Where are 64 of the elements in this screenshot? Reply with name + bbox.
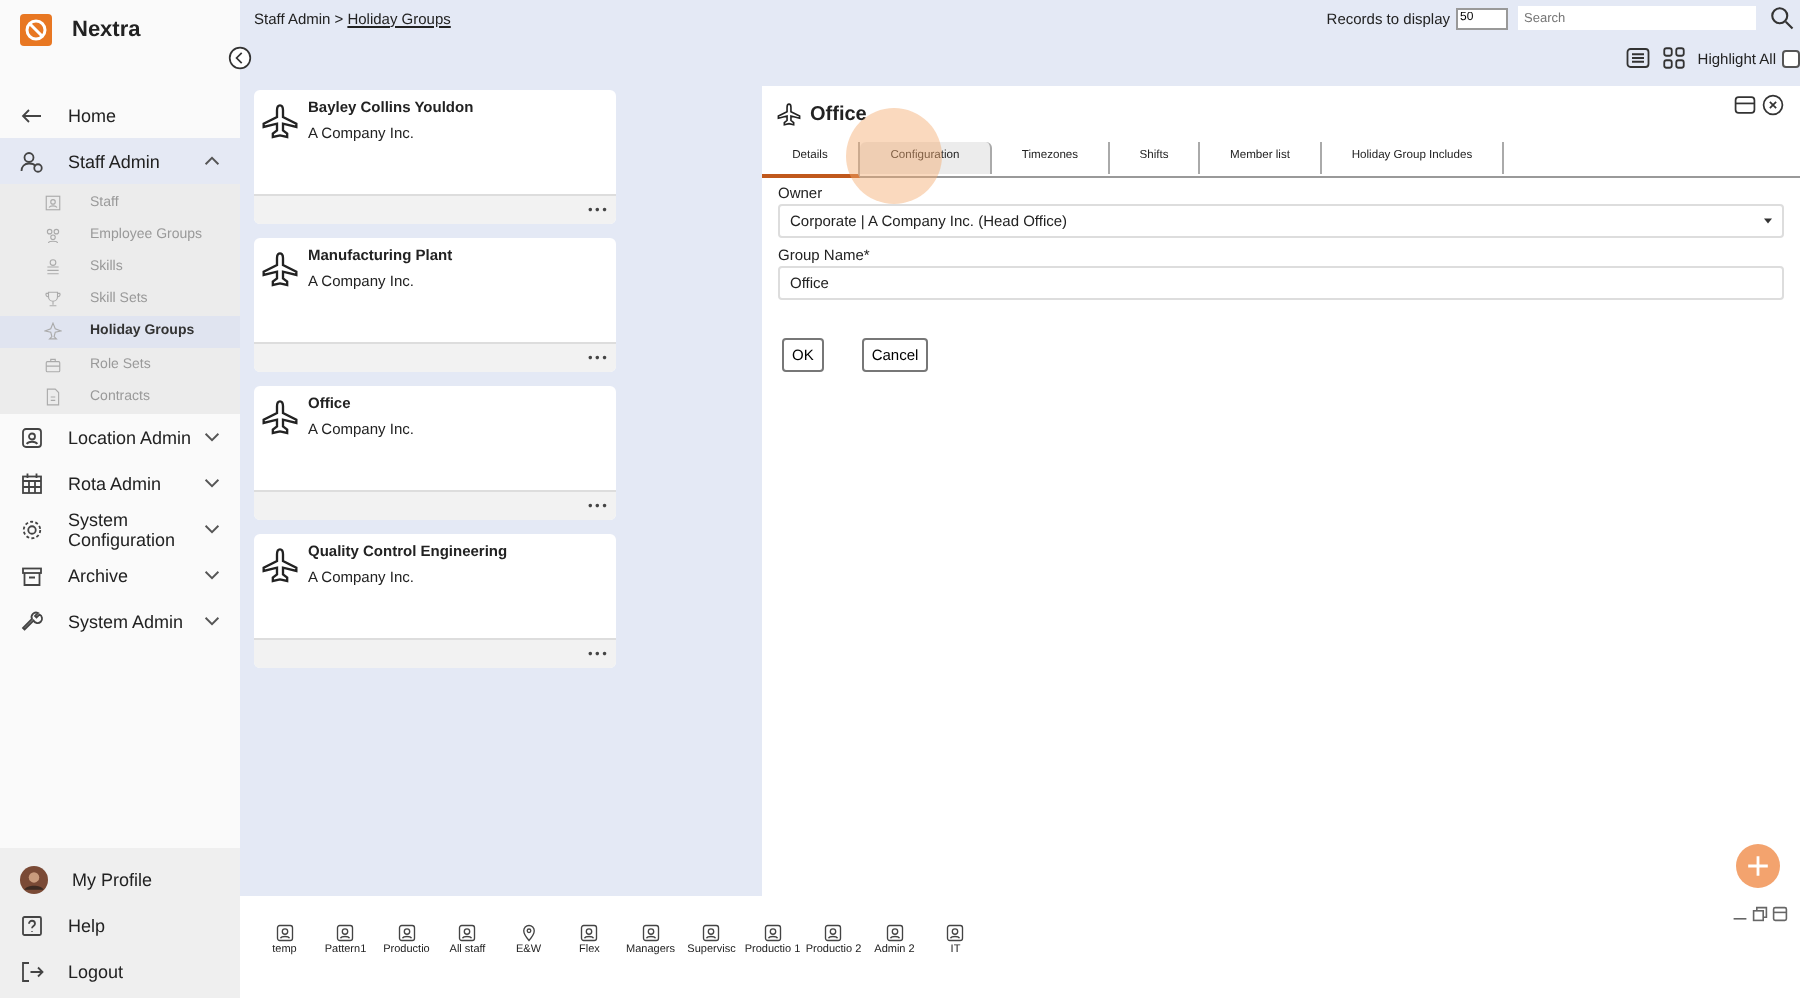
chevron-icon <box>204 478 220 489</box>
person-icon <box>44 193 62 212</box>
nav-item[interactable]: Archive <box>0 552 240 599</box>
person-icon <box>641 924 660 942</box>
maximize-icon[interactable] <box>1734 94 1756 116</box>
nav-label: System Admin <box>68 611 186 632</box>
nav-label: System Configuration <box>68 509 178 550</box>
grid-view-icon[interactable] <box>1661 46 1686 70</box>
nav-item[interactable]: System Admin <box>0 598 240 645</box>
person-icon <box>885 924 904 942</box>
trophy-icon <box>44 290 62 309</box>
nav-item[interactable]: Staff Admin <box>0 138 240 184</box>
plus-icon <box>1744 852 1772 880</box>
profile-menu-item[interactable]: Logout <box>0 948 240 994</box>
nav-label: Staff Admin <box>68 151 162 171</box>
nav-item[interactable]: System Configuration <box>0 506 240 553</box>
person-icon <box>275 924 294 942</box>
collapse-icon[interactable] <box>228 46 252 70</box>
nav-label: Rota Admin <box>68 473 164 494</box>
maximize-icon[interactable] <box>1772 906 1788 922</box>
wrench-icon <box>20 609 44 634</box>
nav-label: Home <box>68 105 119 125</box>
person-icon <box>763 924 782 942</box>
profile-menu-item[interactable]: My Profile <box>0 856 240 902</box>
arrow-icon <box>20 103 44 127</box>
chevron-icon <box>204 616 220 627</box>
avatar-icon <box>20 865 48 893</box>
person-icon <box>946 924 965 942</box>
restore-icon[interactable] <box>1752 906 1768 922</box>
highlight-checkbox[interactable] <box>1782 49 1800 67</box>
person-icon <box>702 924 721 942</box>
person-icon <box>580 924 599 942</box>
location-pin-icon <box>519 924 538 942</box>
dropdown-caret-icon <box>1764 218 1772 224</box>
person-icon <box>458 924 477 942</box>
people-icon <box>44 225 62 244</box>
search-icon[interactable] <box>1770 6 1794 30</box>
app-name: Nextra <box>72 18 141 42</box>
nav-label: Location Admin <box>68 427 194 448</box>
person-icon <box>824 924 843 942</box>
chevron-icon <box>204 156 220 166</box>
calendar-icon <box>20 471 44 496</box>
profile-menu-item[interactable]: Help <box>0 902 240 948</box>
nav-label: Archive <box>68 565 131 586</box>
chevron-icon <box>204 432 220 443</box>
chevron-icon <box>204 524 220 535</box>
briefcase-icon <box>44 355 62 374</box>
help-icon <box>20 913 44 937</box>
logout-icon <box>20 959 44 983</box>
logo-icon <box>20 14 52 46</box>
nav-item[interactable]: Location Admin <box>0 414 240 461</box>
archive-icon <box>20 563 44 588</box>
nav-item[interactable]: Home <box>0 92 240 138</box>
list-view-icon[interactable] <box>1625 46 1650 70</box>
panel-title: Office <box>810 104 867 126</box>
close-icon[interactable] <box>1762 94 1784 116</box>
person-icon <box>397 924 416 942</box>
person-icon <box>336 924 355 942</box>
gear-icon <box>20 517 44 542</box>
document-icon <box>44 387 62 406</box>
person-icon <box>20 149 44 173</box>
chevron-icon <box>204 570 220 581</box>
nav-item[interactable]: Rota Admin <box>0 460 240 507</box>
person-icon <box>20 425 44 450</box>
